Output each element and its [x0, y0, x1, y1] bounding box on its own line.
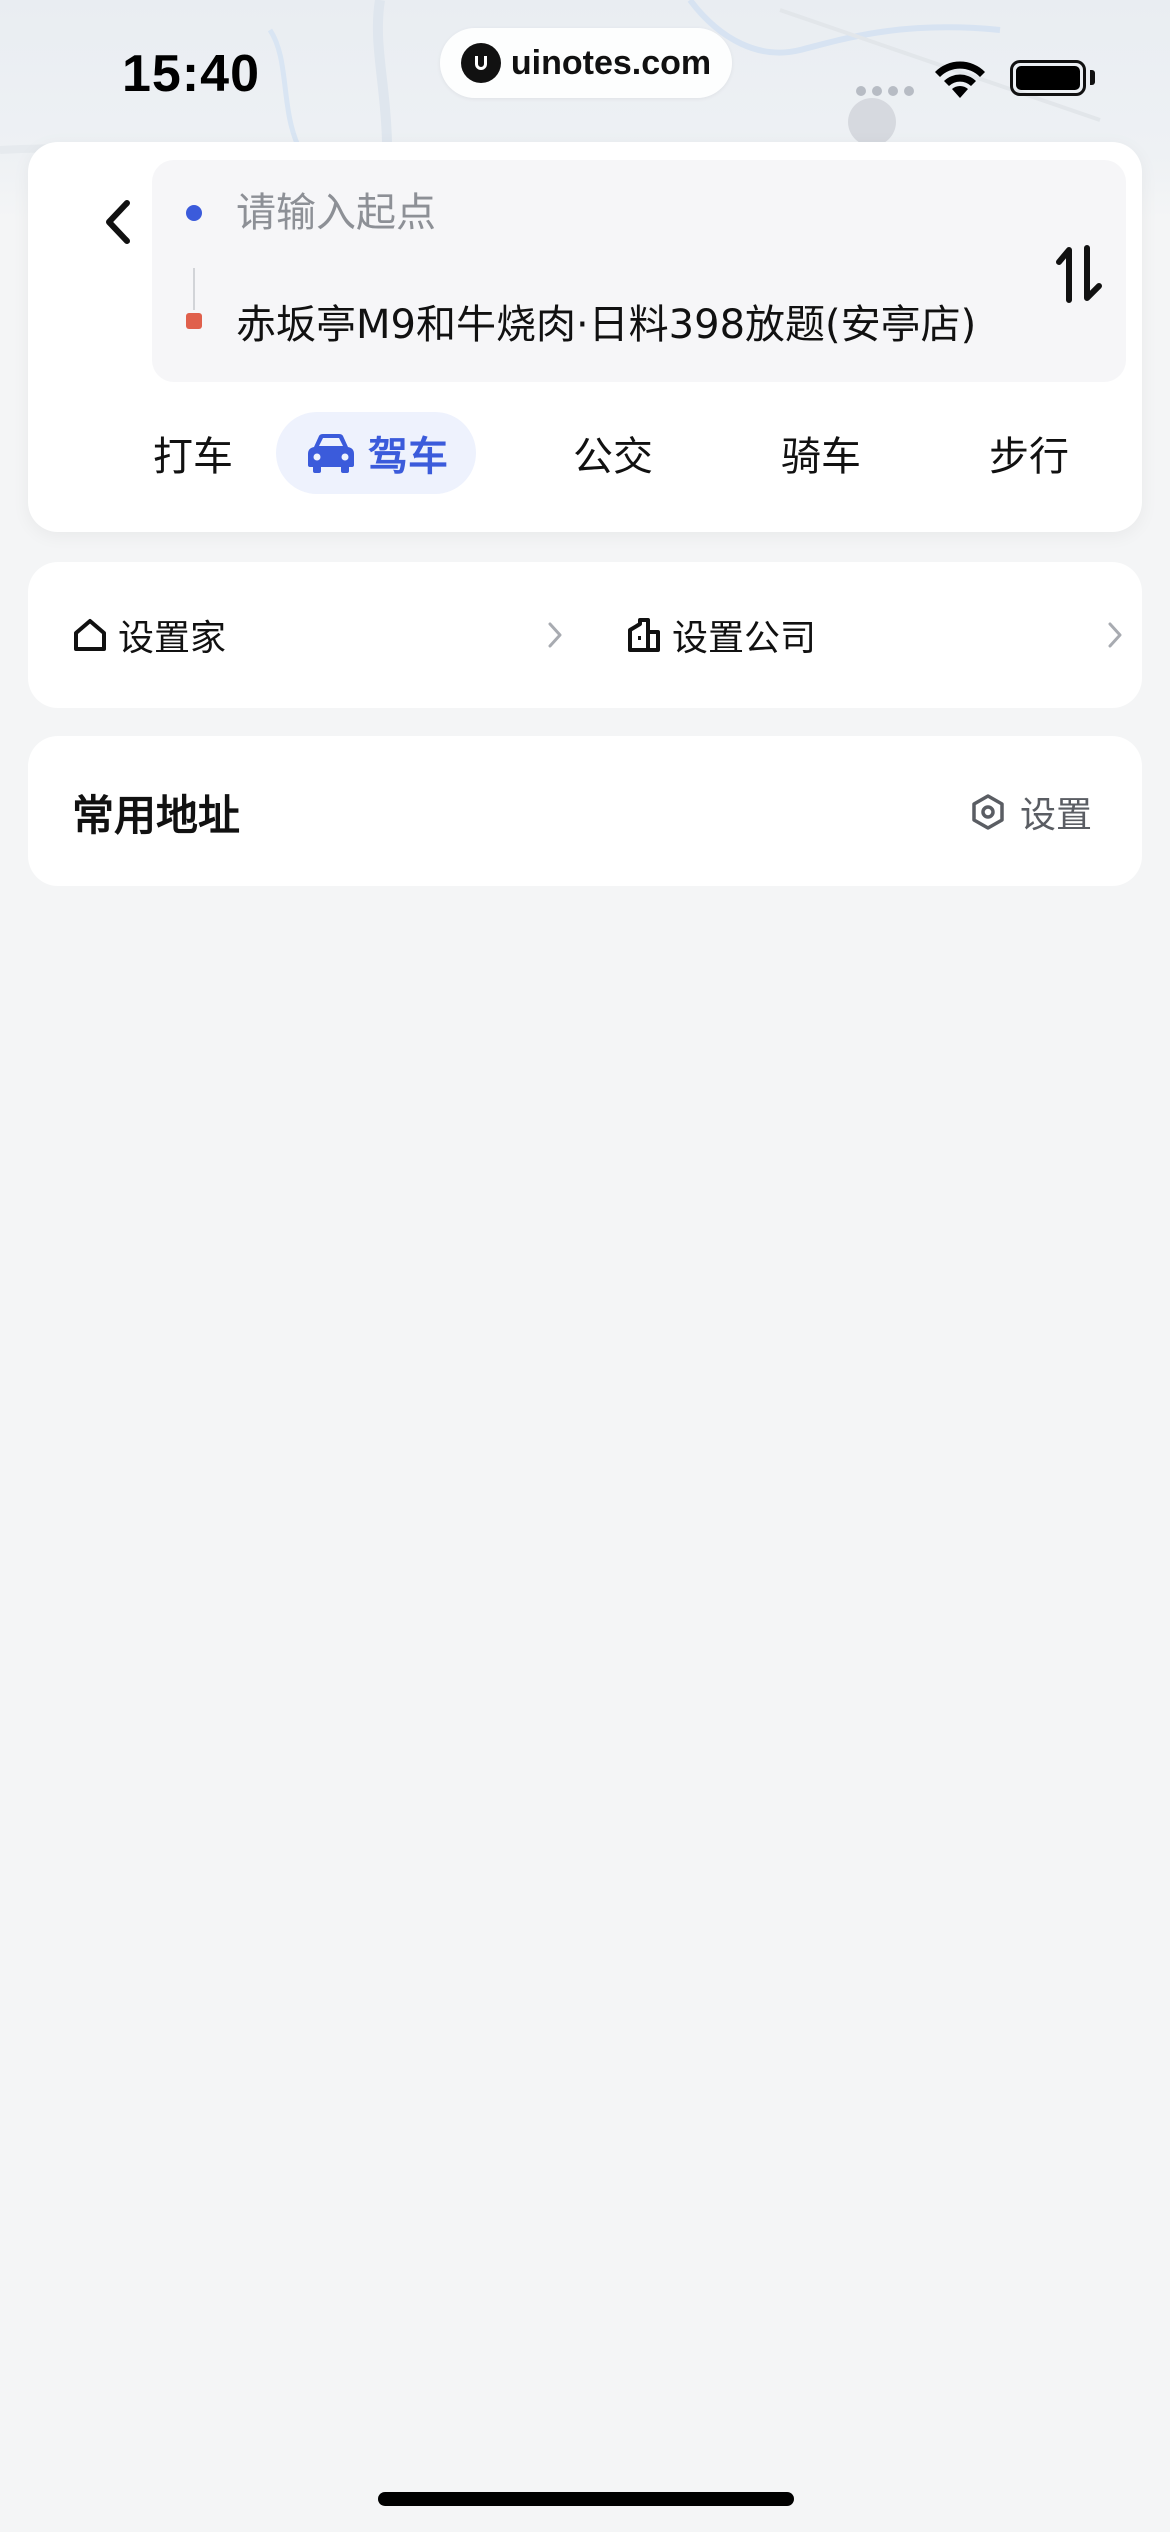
tab-label: 公交 [573, 434, 653, 480]
signal-dots-icon [856, 86, 914, 96]
start-input[interactable] [236, 190, 976, 236]
end-point-dot-icon [186, 313, 202, 329]
common-address-title: 常用地址 [72, 791, 241, 840]
tab-bike[interactable]: 骑车 [736, 412, 906, 494]
status-time: 15:40 [122, 45, 260, 103]
route-card: 赤坂亭M9和牛烧肉·日料398放题(安亭店) 打车 驾车 公交 骑车 [28, 142, 1142, 532]
common-address-settings-button[interactable]: 设置 [968, 786, 1092, 838]
start-row [152, 168, 1012, 258]
travel-mode-tabs: 打车 驾车 公交 骑车 步行 [28, 412, 1142, 498]
tab-label: 骑车 [781, 434, 861, 480]
uinotes-logo-icon [460, 43, 501, 83]
set-work-label: 设置公司 [672, 618, 817, 659]
wifi-icon [935, 61, 985, 98]
home-icon [74, 619, 106, 651]
url-text: uinotes.com [510, 43, 712, 82]
route-input-box: 赤坂亭M9和牛烧肉·日料398放题(安亭店) [152, 160, 1126, 382]
tab-drive[interactable]: 驾车 [276, 412, 476, 494]
car-icon [308, 434, 354, 473]
shortcut-card: 设置家 设置公司 [28, 562, 1142, 708]
tab-walk[interactable]: 步行 [944, 412, 1114, 494]
hexagon-settings-icon [972, 794, 1004, 830]
battery-icon [1010, 60, 1086, 96]
settings-label: 设置 [1020, 795, 1093, 836]
tab-label: 驾车 [368, 434, 448, 480]
destination-row[interactable]: 赤坂亭M9和牛烧肉·日料398放题(安亭店) [152, 276, 1012, 366]
url-pill: uinotes.com [440, 28, 732, 98]
common-address-card: 常用地址 设置 [28, 736, 1142, 886]
status-bar: 15:40 uinotes.com [0, 0, 1170, 140]
tab-bus[interactable]: 公交 [528, 412, 698, 494]
destination-text: 赤坂亭M9和牛烧肉·日料398放题(安亭店) [236, 302, 977, 348]
tab-label: 打车 [153, 434, 233, 480]
chevron-right-icon [548, 622, 562, 648]
office-building-icon [628, 618, 660, 652]
tab-label: 步行 [989, 434, 1069, 480]
start-point-dot-icon [186, 205, 202, 221]
home-indicator [378, 2492, 794, 2506]
set-home-label: 设置家 [118, 618, 227, 659]
set-home-button[interactable]: 设置家 [72, 562, 572, 708]
chevron-right-icon [1108, 622, 1122, 648]
swap-arrows-icon [1056, 245, 1102, 303]
tab-taxi[interactable]: 打车 [108, 412, 278, 494]
chevron-left-icon [106, 200, 130, 244]
swap-button[interactable] [1044, 234, 1114, 314]
set-work-button[interactable]: 设置公司 [626, 562, 1122, 708]
